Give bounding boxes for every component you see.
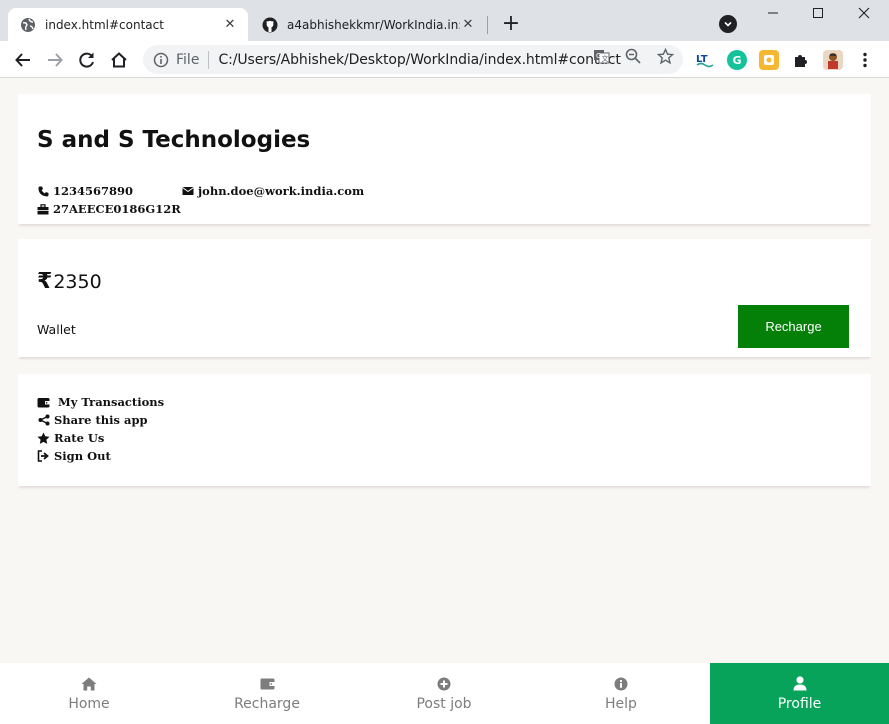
nav-label: Help [605,695,637,712]
wallet-card: ₹ 2350 Wallet Recharge [18,239,871,357]
home-icon[interactable] [107,48,131,72]
menu-item-rate-us[interactable]: Rate Us [37,431,104,445]
wallet-label: Wallet [37,322,76,337]
user-icon [792,676,808,692]
close-icon[interactable]: ✕ [460,17,476,33]
menu-item-label: My Transactions [58,395,165,409]
nav-label: Recharge [234,695,300,712]
wallet-balance: ₹ 2350 [37,269,102,294]
close-icon[interactable]: ✕ [222,17,238,33]
company-card: S and S Technologies 1234567890 john.doe… [18,94,871,224]
bottom-navigation: Home Recharge Post job Help Profile [0,663,889,724]
globe-icon [20,17,36,33]
recharge-button[interactable]: Recharge [738,305,849,348]
menu-item-label: Share this app [54,413,148,427]
email-info: john.doe@work.india.com [182,184,364,198]
phone-icon [37,185,49,197]
languagetool-extension-icon[interactable]: LT [695,50,715,70]
briefcase-icon [37,203,49,215]
bookmark-star-icon[interactable] [656,47,674,65]
grammarly-extension-icon[interactable]: G [727,50,747,70]
nav-recharge[interactable]: Recharge [178,663,356,724]
window-close-icon[interactable] [853,4,875,22]
scheme-label: File [176,51,200,68]
envelope-icon [182,185,194,197]
plus-circle-icon [436,676,452,692]
extensions-puzzle-icon[interactable] [791,50,811,70]
forward-arrow-icon[interactable] [43,48,67,72]
phone-number: 1234567890 [53,184,134,198]
info-icon[interactable] [153,52,169,68]
avatar[interactable] [823,50,843,70]
nav-label: Post job [416,695,472,712]
gstin-number: 27AEECE0186G12R [53,202,181,216]
nav-label: Home [68,695,110,712]
email-address: john.doe@work.india.com [198,184,365,198]
browser-tab-strip: index.html#contact ✕ a4abhishekkmr/WorkI… [0,0,889,41]
svg-text:文: 文 [601,54,608,63]
nav-profile[interactable]: Profile [710,663,889,724]
minimize-icon[interactable] [762,4,784,22]
info-icon [613,676,629,692]
menu-item-label: Rate Us [54,431,105,445]
star-icon [37,432,50,445]
tab-title: a4abhishekkmr/WorkIndia.in: Fro [287,17,460,32]
browser-toolbar: File C:/Users/Abhishek/Desktop/WorkIndia… [0,41,889,78]
share-icon [37,414,50,427]
kebab-menu-icon[interactable] [853,48,877,72]
menu-item-my-transactions[interactable]: My Transactions [37,395,164,409]
menu-card: My Transactions Share this app Rate Us S… [18,374,871,486]
nav-help[interactable]: Help [532,663,710,724]
new-tab-button[interactable]: + [500,13,522,35]
github-icon [262,17,278,33]
menu-item-share[interactable]: Share this app [37,413,148,427]
balance-amount: 2350 [53,270,102,293]
tab-active[interactable]: index.html#contact ✕ [8,8,248,41]
rupee-icon: ₹ [37,269,53,294]
translate-icon[interactable]: G文 [592,47,610,65]
tab-separator [487,16,488,34]
tab-search-icon[interactable] [719,15,737,33]
phone-info: 1234567890 [37,184,133,198]
page-content: S and S Technologies 1234567890 john.doe… [0,78,889,663]
gstin-info: 27AEECE0186G12R [37,202,181,216]
nav-label: Profile [777,695,822,712]
nav-post-job[interactable]: Post job [355,663,533,724]
url-text[interactable]: C:/Users/Abhishek/Desktop/WorkIndia/inde… [218,52,620,68]
company-name: S and S Technologies [37,127,311,153]
extension-icon[interactable] [759,50,779,70]
wallet-icon [259,676,275,692]
tab-title: index.html#contact [45,17,164,32]
nav-home[interactable]: Home [0,663,178,724]
wallet-icon [37,396,50,409]
maximize-icon[interactable] [807,4,829,22]
zoom-icon[interactable] [624,47,642,65]
menu-item-sign-out[interactable]: Sign Out [37,449,111,463]
sign-out-icon [37,450,50,463]
back-arrow-icon[interactable] [11,48,35,72]
omnibox-separator [208,50,210,69]
menu-item-label: Sign Out [54,449,111,463]
reload-icon[interactable] [75,48,99,72]
tab-inactive[interactable]: a4abhishekkmr/WorkIndia.in: Fro ✕ [250,8,486,41]
home-icon [81,676,97,692]
